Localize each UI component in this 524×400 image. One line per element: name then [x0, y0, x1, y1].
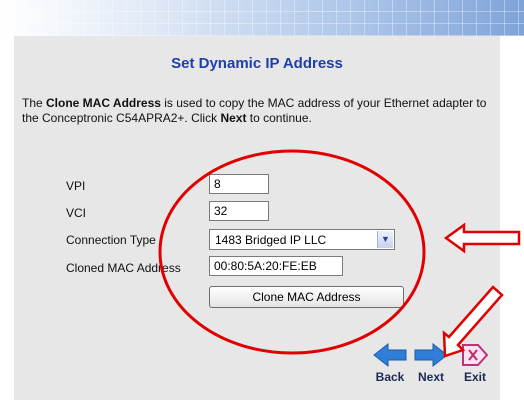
vci-input[interactable]: 32	[209, 201, 269, 221]
vpi-input[interactable]: 8	[209, 174, 269, 194]
vci-label: VCI	[66, 206, 87, 220]
back-arrow-icon	[373, 342, 407, 368]
header-banner	[0, 0, 524, 36]
exit-button[interactable]: Exit	[455, 342, 495, 384]
intro-bold-clone: Clone MAC Address	[46, 96, 161, 110]
cloned-mac-label: Cloned MAC Address	[66, 261, 181, 275]
intro-post: to continue.	[246, 111, 312, 125]
intro-bold-next: Next	[220, 111, 247, 125]
cloned-mac-input[interactable]: 00:80:5A:20:FE:EB	[209, 256, 343, 276]
connection-type-value: 1483 Bridged IP LLC	[215, 233, 327, 247]
page-title: Set Dynamic IP Address	[171, 55, 343, 72]
connection-type-select[interactable]: 1483 Bridged IP LLC ▼	[209, 229, 395, 250]
wizard-panel: Set Dynamic IP Address The Clone MAC Add…	[14, 36, 500, 400]
back-label: Back	[375, 370, 405, 384]
next-button[interactable]: Next	[411, 342, 451, 384]
clone-mac-button[interactable]: Clone MAC Address	[209, 286, 404, 308]
exit-label: Exit	[463, 370, 486, 384]
exit-icon	[462, 344, 489, 366]
connection-type-label: Connection Type	[66, 233, 156, 247]
intro-text: The Clone MAC Address is used to copy th…	[22, 96, 492, 126]
next-arrow-icon	[414, 342, 448, 368]
chevron-down-icon[interactable]: ▼	[377, 231, 393, 248]
back-button[interactable]: Back	[370, 342, 410, 384]
next-label: Next	[417, 370, 444, 384]
intro-pre: The	[22, 96, 47, 110]
vpi-label: VPI	[66, 179, 86, 193]
